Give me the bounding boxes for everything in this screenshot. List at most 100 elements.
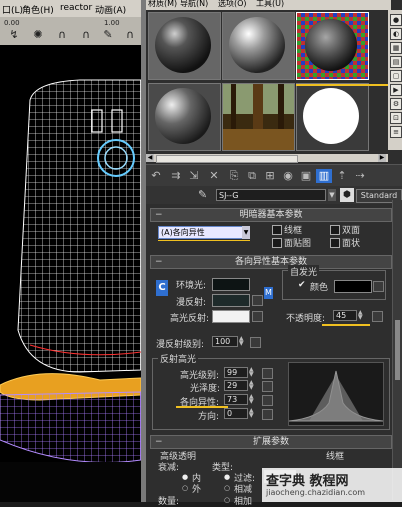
scroll-thumb[interactable] — [156, 155, 298, 163]
go-to-parent-icon[interactable]: ⇡ — [334, 169, 350, 183]
material-slot[interactable] — [222, 12, 295, 80]
opacity-spinner[interactable]: ▲ ▼ — [358, 310, 364, 321]
scroll-right-icon[interactable]: ▶ — [378, 154, 386, 162]
face-map-checkbox[interactable] — [272, 238, 282, 248]
put-to-scene-icon[interactable]: ⇉ — [168, 169, 184, 183]
scroll-left-icon[interactable]: ◀ — [146, 154, 154, 162]
pick-material-icon[interactable]: ✎ — [198, 189, 207, 200]
scroll-thumb[interactable] — [395, 320, 400, 380]
two-sided-checkbox[interactable] — [330, 225, 340, 235]
material-slot-selected[interactable] — [296, 12, 369, 80]
chevron-down-icon[interactable]: ▼ — [328, 189, 336, 201]
sample-type-icon[interactable]: ● — [390, 14, 402, 26]
sample-forest-map — [223, 84, 294, 150]
specular-color-swatch[interactable] — [212, 310, 250, 323]
orientation-spinner[interactable]: ▲ ▼ — [249, 408, 255, 419]
lock-colors-icon[interactable]: C — [156, 280, 168, 296]
extended-rollout-title[interactable]: − 扩展参数 — [150, 435, 392, 449]
diffuse-level-map-button[interactable] — [250, 337, 261, 348]
slot-scrollbar[interactable]: ◀ ▶ — [146, 154, 388, 163]
uv-tiling-icon[interactable]: ▤ — [390, 56, 402, 68]
sun-icon[interactable]: ✺ — [28, 25, 48, 45]
shader-basic-rollout-title[interactable]: − 明暗器基本参数 — [150, 208, 392, 222]
pencil-icon[interactable]: ✎ — [98, 25, 118, 45]
magnet-icon[interactable]: ∩ — [52, 25, 72, 45]
snap-icon[interactable]: ∩ — [76, 25, 96, 45]
radio-empty-icon[interactable]: ○ — [182, 484, 188, 492]
gloss-map-button[interactable] — [262, 381, 273, 392]
material-navigator-icon[interactable]: ≡ — [390, 126, 402, 138]
show-map-icon[interactable]: ▣ — [298, 169, 314, 183]
select-by-material-icon[interactable]: ⊡ — [390, 112, 402, 124]
anisotropy-field[interactable]: 73 — [224, 394, 248, 405]
go-forward-sibling-icon[interactable]: ⇢ — [352, 169, 368, 183]
diffuse-level-spinner[interactable]: ▲ ▼ — [239, 336, 245, 347]
copy-material-icon[interactable]: ⎘ — [226, 169, 242, 183]
specular-map-button[interactable] — [252, 311, 263, 322]
rollout-label: 扩展参数 — [252, 437, 289, 447]
wire-checkbox[interactable] — [272, 225, 282, 235]
menu-item[interactable]: 材质(M) — [148, 0, 177, 9]
show-end-result-icon[interactable]: ▥ — [316, 169, 332, 183]
material-id-icon[interactable]: ◉ — [280, 169, 296, 183]
chevron-down-icon[interactable]: ▼ — [242, 226, 250, 239]
diffuse-level-field[interactable]: 100 — [212, 336, 238, 347]
faceted-checkbox[interactable] — [330, 238, 340, 248]
menu-item[interactable]: 导航(N) — [180, 0, 208, 9]
radio-empty-icon[interactable]: ○ — [224, 484, 230, 492]
spec-level-field[interactable]: 99 — [224, 367, 248, 378]
gloss-spinner[interactable]: ▲ ▼ — [249, 380, 255, 391]
color-check-icon[interactable]: ✔ — [298, 280, 306, 290]
panel-scrollbar[interactable] — [392, 200, 402, 500]
gloss-field[interactable]: 29 — [224, 380, 248, 391]
ambient-color-swatch[interactable] — [212, 278, 250, 291]
make-preview-icon[interactable]: ▶ — [390, 84, 402, 96]
link-icon[interactable]: ↯ — [4, 25, 24, 45]
video-check-icon[interactable]: ▢ — [390, 70, 402, 82]
anisotropy-spinner[interactable]: ▲ ▼ — [249, 394, 255, 405]
radio-selected-icon[interactable]: ● — [182, 473, 188, 481]
material-slot[interactable] — [148, 83, 221, 151]
diffuse-color-swatch[interactable] — [212, 294, 250, 307]
self-illum-color-swatch[interactable] — [334, 280, 372, 293]
magnet-icon[interactable]: ∩ — [120, 25, 140, 45]
reset-material-icon[interactable]: ✕ — [206, 169, 222, 183]
menu-item[interactable]: reactor — [60, 3, 92, 13]
diffuse-map-button[interactable] — [252, 295, 263, 306]
options-icon[interactable]: ⚙ — [390, 98, 402, 110]
aniso-basic-rollout-title[interactable]: − 各向异性基本参数 — [150, 255, 392, 269]
opacity-map-button[interactable] — [372, 311, 383, 322]
self-illum-map-button[interactable] — [373, 281, 384, 292]
put-to-library-icon[interactable]: ⊞ — [262, 169, 278, 183]
collapse-icon: − — [155, 210, 163, 220]
backlight-icon[interactable]: ◐ — [390, 28, 402, 40]
spec-level-spinner[interactable]: ▲ ▼ — [249, 367, 255, 378]
material-slot[interactable] — [222, 83, 295, 151]
spec-level-map-button[interactable] — [262, 368, 273, 379]
assign-material-icon[interactable]: ⇲ — [186, 169, 202, 183]
shader-type-dropdown[interactable]: (A)各向异性 — [158, 226, 250, 239]
material-name-field[interactable]: SJ--G — [216, 189, 326, 201]
make-unique-icon[interactable]: ⧉ — [244, 169, 260, 183]
radio-selected-icon[interactable]: ● — [224, 473, 230, 481]
background-icon[interactable]: ▦ — [390, 42, 402, 54]
material-effects-icon[interactable]: ⬢ — [340, 188, 354, 202]
menu-item[interactable]: 角色(H) — [22, 3, 54, 16]
menu-item[interactable]: 选项(O) — [218, 0, 247, 9]
lock-map-icon[interactable]: M — [264, 287, 273, 299]
orientation-map-button[interactable] — [262, 409, 273, 420]
radio-empty-icon[interactable]: ○ — [224, 496, 230, 504]
orientation-label: 方向: — [198, 412, 220, 422]
wire-label: 线框 — [284, 226, 303, 236]
get-material-icon[interactable]: ↶ — [148, 169, 164, 183]
material-slot[interactable] — [296, 83, 369, 151]
menu-item[interactable]: 工具(U) — [256, 0, 284, 9]
menu-item[interactable]: 动画(A) — [95, 3, 126, 16]
anisotropy-map-button[interactable] — [262, 395, 273, 406]
material-slot[interactable] — [148, 12, 221, 80]
menu-item[interactable]: 口(L) — [2, 3, 23, 16]
perspective-viewport[interactable] — [0, 0, 141, 502]
specular-highlight-label: 反射高光 — [158, 352, 199, 365]
orientation-field[interactable]: 0 — [224, 408, 248, 419]
opacity-field[interactable]: 45 — [333, 310, 357, 321]
